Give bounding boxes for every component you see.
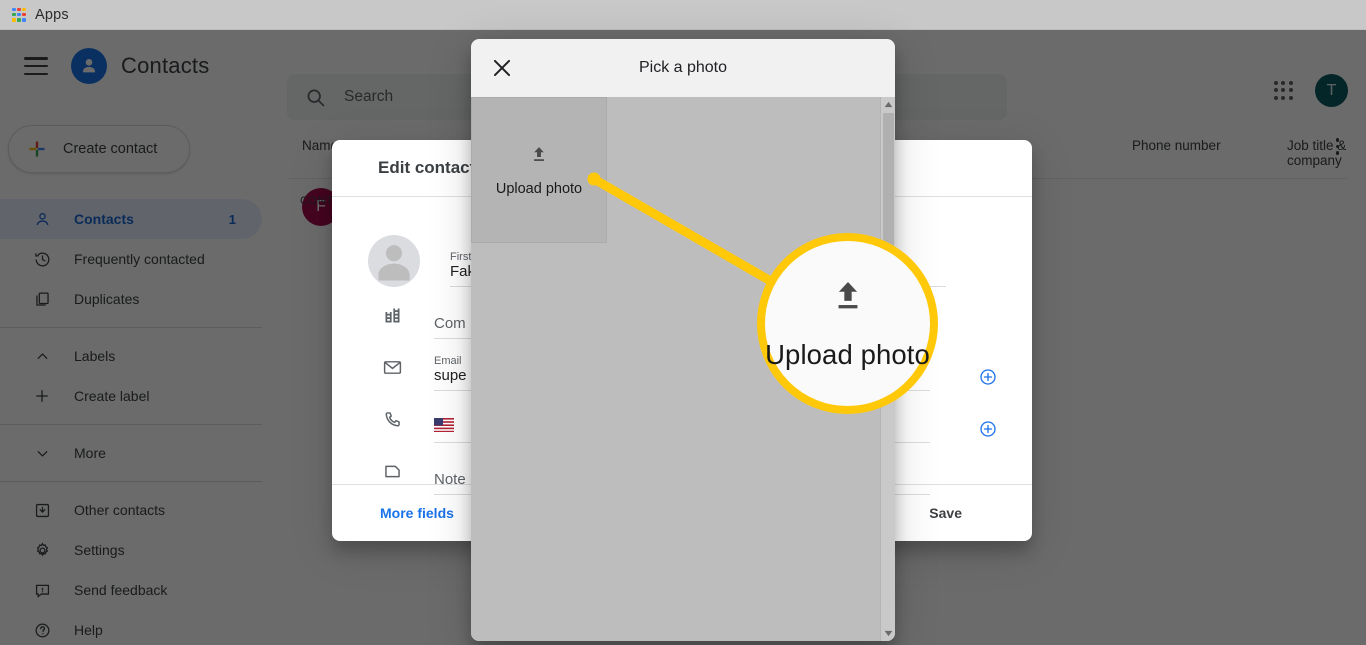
plus-multicolor-icon xyxy=(27,139,47,159)
sidebar-item-label: Send feedback xyxy=(74,582,168,598)
photo-dialog-title: Pick a photo xyxy=(638,59,728,76)
circle-plus-icon[interactable] xyxy=(978,419,998,439)
sidebar-item-other-contacts[interactable]: Other contacts xyxy=(0,490,262,530)
sidebar-item-label: Help xyxy=(74,622,103,638)
sidebar-divider-3 xyxy=(0,481,262,482)
sidebar-item-create-label[interactable]: Create label xyxy=(0,376,262,416)
avatar[interactable]: T xyxy=(1315,74,1348,107)
search-placeholder: Search xyxy=(344,88,394,105)
sidebar-nav: Contacts 1 Frequently contacted Duplicat… xyxy=(0,199,262,645)
history-clock-icon xyxy=(32,249,52,269)
gear-icon xyxy=(32,540,52,560)
sidebar-item-label: Create label xyxy=(74,388,150,404)
upload-photo-tile[interactable]: Upload photo xyxy=(471,97,607,243)
column-header-phone: Phone number xyxy=(1132,138,1221,153)
sidebar-item-more[interactable]: More xyxy=(0,433,262,473)
sidebar-item-labels[interactable]: Labels xyxy=(0,336,262,376)
sidebar-item-label: Other contacts xyxy=(74,502,166,518)
sidebar-item-frequently-contacted[interactable]: Frequently contacted xyxy=(0,239,262,279)
upload-arrow-icon xyxy=(827,276,869,323)
google-apps-grid-icon[interactable] xyxy=(1274,81,1293,100)
sidebar-item-help[interactable]: Help xyxy=(0,610,262,645)
apps-bookmark-label[interactable]: Apps xyxy=(35,7,69,23)
hamburger-menu-icon[interactable] xyxy=(24,57,48,75)
plus-icon xyxy=(32,386,52,406)
company-building-icon xyxy=(380,303,404,327)
upload-arrow-icon xyxy=(528,144,550,171)
close-x-icon[interactable] xyxy=(489,55,515,81)
help-circle-icon xyxy=(32,620,52,640)
person-outline-icon xyxy=(32,209,52,229)
sidebar-item-duplicates[interactable]: Duplicates xyxy=(0,279,262,319)
create-contact-button[interactable]: Create contact xyxy=(8,125,190,173)
sidebar-item-label: More xyxy=(74,445,106,461)
header-actions: T xyxy=(1274,74,1348,107)
chevron-up-icon xyxy=(32,346,52,366)
note-tag-icon xyxy=(380,459,404,483)
sidebar-item-count: 1 xyxy=(228,211,236,227)
page-title: Contacts xyxy=(121,53,210,78)
sidebar-item-label: Duplicates xyxy=(74,291,140,307)
search-icon xyxy=(307,89,325,106)
us-flag-icon[interactable] xyxy=(434,418,454,437)
chevron-down-icon xyxy=(32,443,52,463)
sidebar-item-label: Labels xyxy=(74,348,116,364)
sidebar-item-settings[interactable]: Settings xyxy=(0,530,262,570)
phone-handset-icon xyxy=(380,407,404,431)
kebab-menu-icon[interactable] xyxy=(1335,138,1339,155)
scroll-up-arrow-icon[interactable] xyxy=(881,97,895,112)
callout-magnifier: Upload photo xyxy=(757,233,938,414)
sidebar: Create contact Contacts 1 Frequently con… xyxy=(0,125,262,645)
sidebar-item-send-feedback[interactable]: Send feedback xyxy=(0,570,262,610)
circle-plus-icon[interactable] xyxy=(978,367,998,387)
photo-dialog-header: Pick a photo xyxy=(471,39,895,97)
callout-label: Upload photo xyxy=(765,339,930,370)
create-contact-label: Create contact xyxy=(63,141,158,157)
sidebar-divider-2 xyxy=(0,424,262,425)
sidebar-item-label: Contacts xyxy=(74,211,134,227)
person-circle-icon xyxy=(71,48,107,84)
grid-apps-icon xyxy=(12,7,26,22)
duplicate-pages-icon xyxy=(32,289,52,309)
archive-box-icon xyxy=(32,500,52,520)
sidebar-item-label: Settings xyxy=(74,542,125,558)
more-fields-button[interactable]: More fields xyxy=(380,505,454,521)
sidebar-item-label: Frequently contacted xyxy=(74,251,205,267)
upload-photo-label: Upload photo xyxy=(495,180,583,197)
scroll-down-arrow-icon[interactable] xyxy=(881,626,895,641)
save-button[interactable]: Save xyxy=(929,505,984,521)
sidebar-item-contacts[interactable]: Contacts 1 xyxy=(0,199,262,239)
feedback-icon xyxy=(32,580,52,600)
sidebar-divider-1 xyxy=(0,327,262,328)
screen-root: Apps Contacts Search T Create contact Co… xyxy=(0,0,1366,645)
browser-bookmarks-bar: Apps xyxy=(0,0,1366,30)
contact-photo-placeholder-icon[interactable] xyxy=(368,235,420,287)
email-envelope-icon xyxy=(380,355,404,379)
